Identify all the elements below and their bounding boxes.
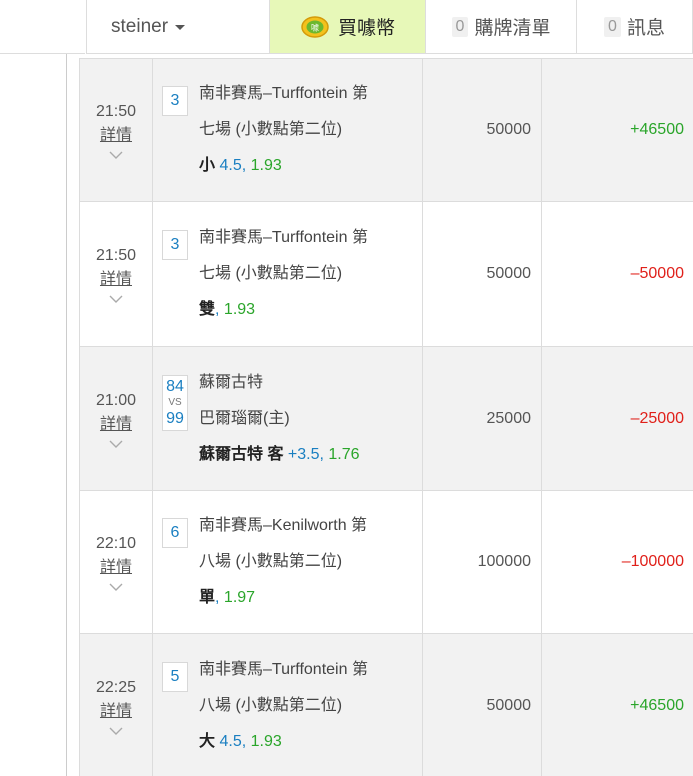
away-team-number: 99	[166, 409, 184, 427]
cart-label: 購牌清單	[474, 18, 551, 39]
event-name-cont: 八場 (小數點第二位)	[199, 697, 343, 714]
event-name: 南非賽馬–Kenilworth 第	[199, 517, 368, 534]
gutter-divider	[66, 54, 67, 776]
stake-cell: 100000	[422, 490, 542, 634]
odds: 1.97	[223, 589, 256, 606]
team-name-home: 巴爾瑙爾(主)	[199, 409, 290, 427]
bet-line: ,	[215, 589, 220, 606]
details-link[interactable]: 詳情	[80, 124, 152, 148]
details-link[interactable]: 詳情	[80, 700, 152, 724]
result-cell: –25000	[541, 346, 693, 491]
result-cell: –50000	[541, 201, 693, 347]
chevron-down-icon[interactable]	[109, 294, 123, 304]
odds: 1.93	[223, 301, 256, 318]
event-cell: 3 南非賽馬–Turffontein 第 七場 (小數點第二位) 小 4.5, …	[152, 58, 423, 202]
event-cell: 5 南非賽馬–Turffontein 第 八場 (小數點第二位) 大 4.5, …	[152, 633, 423, 776]
buy-coins-button[interactable]: 噱 買噱幣	[269, 0, 425, 54]
svg-text:噱: 噱	[311, 22, 319, 32]
event-name: 南非賽馬–Turffontein 第	[199, 661, 368, 678]
team-name-away: 蘇爾古特	[199, 373, 264, 391]
user-menu[interactable]: steiner	[86, 0, 269, 54]
chevron-down-icon[interactable]	[109, 150, 123, 160]
stake-cell: 50000	[422, 633, 542, 776]
top-nav: steiner 噱 買噱幣 0 購牌清單 0 訊息	[0, 0, 693, 54]
bet-time-cell: 21:00 詳情	[79, 346, 153, 491]
event-cell: 3 南非賽馬–Turffontein 第 七場 (小數點第二位) 雙, 1.93	[152, 201, 423, 347]
bet-line: 4.5,	[219, 157, 247, 174]
table-row: 21:00 詳情 84 VS 99 蘇爾古特 巴爾瑙爾(主) 蘇爾古特 客 +3…	[79, 346, 693, 491]
bet-line: ,	[215, 301, 220, 318]
bet-time: 22:10	[95, 535, 137, 552]
cart-count-badge: 0	[451, 16, 469, 37]
race-number-badge: 5	[162, 662, 188, 692]
chevron-down-icon[interactable]	[109, 582, 123, 592]
race-number-badge: 3	[162, 86, 188, 116]
nav-divider	[0, 53, 85, 54]
event-name-cont: 七場 (小數點第二位)	[199, 265, 343, 282]
messages-tab[interactable]: 0 訊息	[576, 0, 693, 54]
odds: 1.93	[250, 157, 282, 174]
caret-down-icon	[175, 25, 186, 30]
bet-line: 4.5,	[219, 733, 247, 750]
result-cell: –100000	[541, 490, 693, 634]
event-cell: 84 VS 99 蘇爾古特 巴爾瑙爾(主) 蘇爾古特 客 +3.5, 1.76	[152, 346, 423, 491]
team-number-badge: 84 VS 99	[162, 374, 188, 431]
stake-cell: 25000	[422, 346, 542, 491]
event-name: 南非賽馬–Turffontein 第	[199, 229, 368, 246]
bet-time-cell: 21:50 詳情	[79, 58, 153, 202]
chevron-down-icon[interactable]	[109, 726, 123, 736]
home-team-number: 84	[166, 377, 184, 395]
bet-line: +3.5,	[287, 445, 324, 463]
messages-label: 訊息	[626, 18, 665, 39]
stake-cell: 50000	[422, 58, 542, 202]
result-cell: +46500	[541, 58, 693, 202]
details-link[interactable]: 詳情	[80, 268, 152, 292]
table-row: 21:50 詳情 3 南非賽馬–Turffontein 第 七場 (小數點第二位…	[79, 58, 693, 202]
bet-time: 21:00	[95, 391, 137, 409]
selection: 小	[199, 157, 216, 174]
race-number-badge: 3	[162, 230, 188, 260]
odds: 1.93	[250, 733, 282, 750]
details-link[interactable]: 詳情	[80, 556, 152, 580]
username: steiner	[111, 15, 169, 37]
cart-tab[interactable]: 0 購牌清單	[425, 0, 576, 54]
table-row: 22:25 詳情 5 南非賽馬–Turffontein 第 八場 (小數點第二位…	[79, 633, 693, 776]
bet-time-cell: 21:50 詳情	[79, 201, 153, 347]
result-cell: +46500	[541, 633, 693, 776]
bet-time: 21:50	[95, 103, 137, 120]
event-cell: 6 南非賽馬–Kenilworth 第 八場 (小數點第二位) 單, 1.97	[152, 490, 423, 634]
coin-icon: 噱	[300, 15, 330, 39]
vs-label: VS	[168, 396, 182, 408]
table-row: 22:10 詳情 6 南非賽馬–Kenilworth 第 八場 (小數點第二位)…	[79, 490, 693, 634]
event-name-cont: 八場 (小數點第二位)	[199, 553, 343, 570]
details-link[interactable]: 詳情	[80, 413, 152, 437]
bet-time-cell: 22:10 詳情	[79, 490, 153, 634]
bet-time: 21:50	[95, 247, 137, 264]
bet-history-table: 21:50 詳情 3 南非賽馬–Turffontein 第 七場 (小數點第二位…	[79, 58, 693, 776]
chevron-down-icon[interactable]	[109, 439, 123, 449]
stake-cell: 50000	[422, 201, 542, 347]
race-number-badge: 6	[162, 518, 188, 548]
selection: 單	[199, 589, 216, 606]
bet-time: 22:25	[95, 679, 137, 696]
selection: 雙	[199, 301, 216, 318]
selection: 蘇爾古特 客	[199, 445, 284, 463]
bet-time-cell: 22:25 詳情	[79, 633, 153, 776]
table-row: 21:50 詳情 3 南非賽馬–Turffontein 第 七場 (小數點第二位…	[79, 201, 693, 347]
selection: 大	[199, 733, 216, 750]
message-count-badge: 0	[604, 16, 621, 37]
event-name: 南非賽馬–Turffontein 第	[199, 85, 368, 102]
buy-coins-label: 買噱幣	[337, 18, 395, 39]
event-name-cont: 七場 (小數點第二位)	[199, 121, 343, 138]
odds: 1.76	[328, 445, 360, 463]
